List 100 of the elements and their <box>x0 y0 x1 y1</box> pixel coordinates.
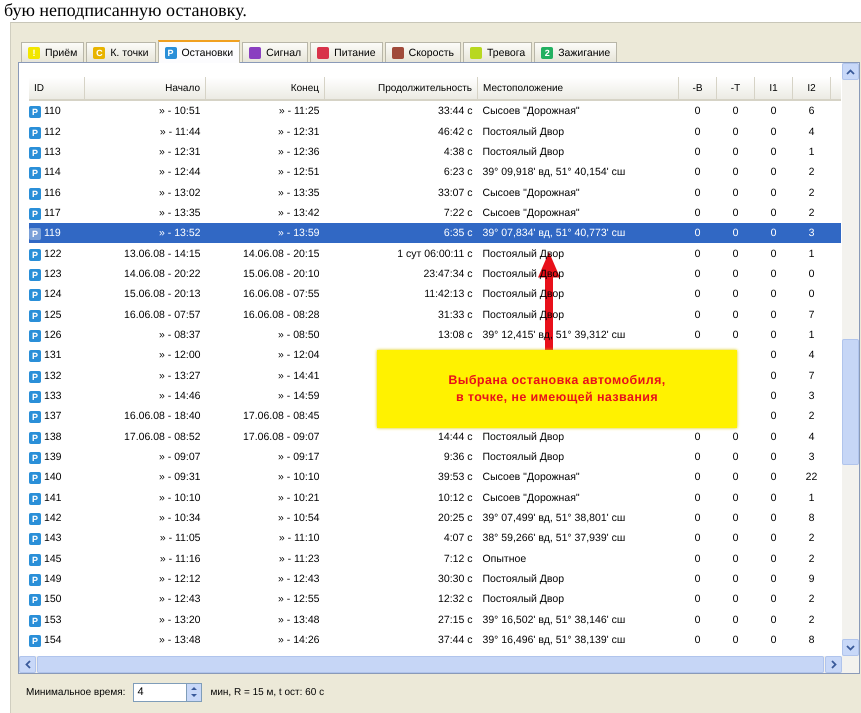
table-cell-text: 17.06.08 - 09:07 <box>242 430 320 445</box>
table-cell-text: 39° 16,496' вд, 51° 38,139' сш <box>482 633 626 648</box>
parking-icon: P <box>29 390 41 403</box>
table-cell: 139 <box>44 451 62 464</box>
table-cell: 0 <box>678 223 716 244</box>
tab[interactable]: ! Приём <box>21 42 84 62</box>
minimum-time-field[interactable]: 4 <box>133 682 188 702</box>
tab[interactable]: Тревога <box>462 42 532 62</box>
table-cell-text: 0 <box>770 328 778 343</box>
table-cell-text: 0 <box>694 592 702 608</box>
table-cell-text: » - 12:31 <box>158 144 202 160</box>
table-cell-text: » - 13:27 <box>158 368 202 384</box>
table-cell-text: » - 10:54 <box>277 511 320 526</box>
scroll-right-icon[interactable] <box>825 656 842 673</box>
table-cell-text: » - 11:16 <box>158 552 202 567</box>
tab[interactable]: Сигнал <box>242 42 308 62</box>
table-cell-text: » - 11:05 <box>158 531 202 546</box>
table-cell-text: Постоялый Двор <box>482 450 566 466</box>
table-cell-text: » - 08:50 <box>277 328 320 343</box>
table-cell-text: 7:12 с <box>442 552 474 567</box>
parking-icon: P <box>29 167 41 180</box>
table-cell: 124 <box>44 288 62 300</box>
table-cell-text: 0 <box>770 572 778 588</box>
parking-icon: P <box>29 106 41 118</box>
table-cell-text: 0 <box>770 633 778 648</box>
table-cell-text: 1 <box>808 490 816 506</box>
table-cell-text: 17.06.08 - 08:45 <box>242 409 320 424</box>
table-cell-text: 0 <box>694 308 702 323</box>
parking-icon: P <box>29 126 41 139</box>
spin-arrows-icon[interactable] <box>187 682 202 702</box>
parking-icon: P <box>29 492 41 505</box>
table-cell-text: 0 <box>770 592 778 608</box>
table-cell-text: 2 <box>808 612 816 628</box>
table-cell: 6:35 с <box>324 223 478 244</box>
parking-icon: P <box>29 146 41 159</box>
table-cell-text: 0 <box>694 470 702 486</box>
table-cell-text: 1 <box>808 144 816 160</box>
parking-icon: P <box>29 513 41 526</box>
table-cell-text: » - 12:36 <box>277 144 320 160</box>
column-header[interactable]: Местоположение <box>478 77 678 100</box>
column-header[interactable]: I2 <box>792 77 830 100</box>
column-header[interactable]: Конец <box>206 77 324 100</box>
table-cell-text: 0 <box>732 328 740 343</box>
table-cell-text: » - 14:46 <box>158 388 202 404</box>
parking-icon: P <box>29 248 41 261</box>
table-cell-text: 0 <box>694 531 702 546</box>
table-cell-text: 0 <box>732 612 740 628</box>
tab[interactable]: 2 Зажигание <box>534 42 618 62</box>
parking-icon: P <box>29 452 41 464</box>
scrollbar-thumb[interactable] <box>842 339 859 465</box>
table-cell-text: 0 <box>770 348 778 364</box>
table-cell: 0 <box>754 223 792 244</box>
table-cell-text: 2 <box>808 409 816 424</box>
table-cell-text: 16.06.08 - 07:57 <box>123 308 202 323</box>
table-cell-text: » - 09:17 <box>277 450 320 466</box>
table-cell: 0 <box>716 223 754 244</box>
table-cell: » - 13:42 <box>206 202 324 224</box>
table-cell: 138 <box>44 430 62 443</box>
table-cell-text: 0 <box>732 246 740 262</box>
table-cell: 143 <box>44 532 62 544</box>
scroll-left-icon[interactable] <box>19 656 36 673</box>
table-cell-text: 0 <box>770 470 778 486</box>
table-cell-text: 22 <box>804 470 818 486</box>
table-cell: 0 <box>754 202 792 224</box>
column-header[interactable]: -T <box>716 77 754 100</box>
table-cell-text: 0 <box>694 186 702 201</box>
tab[interactable]: P Остановки <box>158 40 240 63</box>
table-cell-text: 0 <box>732 144 740 160</box>
table-cell-text: 0 <box>694 144 702 160</box>
table-cell: » - 13:52 <box>84 223 206 244</box>
table-cell-text: 0 <box>694 430 702 445</box>
table-cell-text: » - 09:07 <box>158 450 202 466</box>
table-cell-text: 23:47:34 с <box>422 266 474 282</box>
table-cell-text: 0 <box>694 511 702 526</box>
column-header[interactable]: -B <box>678 77 716 100</box>
table-cell-text: 0 <box>770 388 778 404</box>
table-cell-text: 0 <box>770 266 778 282</box>
callout-note: Выбрана остановка автомобиля, в точке, не имеющей названия <box>377 350 737 428</box>
scroll-down-icon[interactable] <box>842 639 859 656</box>
tab[interactable]: C К. точки <box>86 42 156 62</box>
table-cell-text: 8 <box>808 633 816 648</box>
column-header[interactable]: ID <box>29 77 84 100</box>
parameters-text: мин, R = 15 м, t ост: 60 с <box>210 686 324 698</box>
column-header[interactable]: I1 <box>754 77 792 100</box>
table-cell-text: 3 <box>808 450 816 466</box>
table-cell-text: 0 <box>732 592 740 608</box>
vertical-scrollbar[interactable] <box>842 63 859 656</box>
parking-icon: P <box>29 188 41 200</box>
table-cell: 131 <box>44 349 62 362</box>
table-cell-text: Постоялый Двор <box>482 124 566 140</box>
tab[interactable]: Питание <box>310 42 383 62</box>
table-cell-text: » - 12:43 <box>277 572 320 588</box>
column-header[interactable]: Начало <box>84 77 206 100</box>
scroll-up-icon[interactable] <box>842 63 859 80</box>
tab[interactable]: Скорость <box>384 42 461 62</box>
table-cell-text: » - 10:34 <box>158 511 202 526</box>
table-cell-text: » - 14:41 <box>277 368 320 384</box>
table-cell-text: Постоялый Двор <box>482 592 566 608</box>
table-cell: 132 <box>44 370 62 382</box>
column-header[interactable]: Продолжительность <box>324 77 478 100</box>
